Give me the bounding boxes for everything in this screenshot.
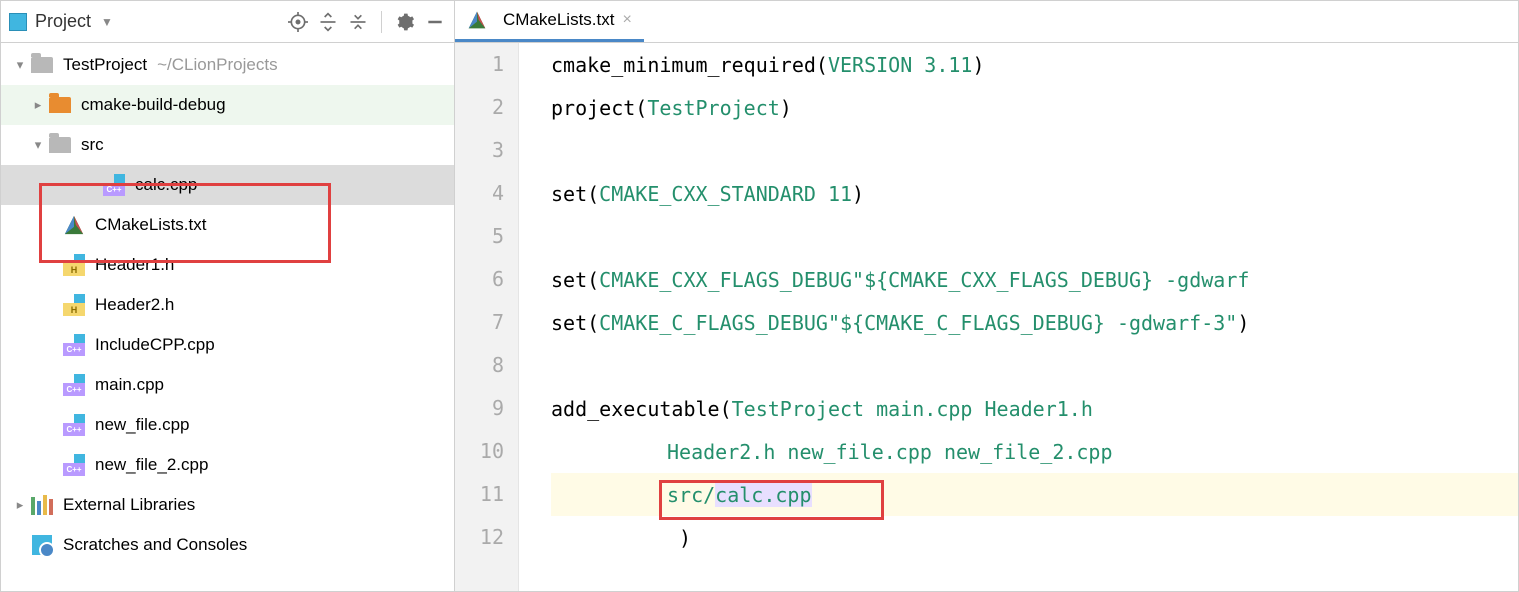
project-sidebar: Project ▼ TestProject ~/CLionProjects [1,1,455,591]
line-number: 2 [455,86,504,129]
code-line[interactable] [551,344,1518,387]
cmake-file-icon [467,10,487,30]
cmake-file-icon [61,212,87,238]
tree-item-includecpp[interactable]: C++ IncludeCPP.cpp [1,325,454,365]
folder-icon [47,132,73,158]
editor-pane: CMakeLists.txt × 1 2 3 4 5 6 7 8 9 10 11… [455,1,1518,591]
tree-item-scratches[interactable]: Scratches and Consoles [1,525,454,565]
tree-label: External Libraries [63,495,195,515]
tree-item-cmakelists[interactable]: CMakeLists.txt [1,205,454,245]
cpp-file-icon: C++ [101,172,127,198]
editor-body[interactable]: 1 2 3 4 5 6 7 8 9 10 11 12 cmake_minimum… [455,43,1518,591]
line-number: 7 [455,301,504,344]
scratches-icon [29,532,55,558]
line-number: 11 [455,473,504,516]
tree-item-header2[interactable]: H Header2.h [1,285,454,325]
tree-label: cmake-build-debug [81,95,226,115]
sidebar-toolbar: Project ▼ [1,1,454,43]
project-tree[interactable]: TestProject ~/CLionProjects cmake-build-… [1,43,454,591]
h-file-icon: H [61,252,87,278]
chevron-right-icon[interactable] [29,97,47,113]
folder-icon [47,92,73,118]
tree-label: IncludeCPP.cpp [95,335,215,355]
tree-item-src[interactable]: src [1,125,454,165]
code-line[interactable]: cmake_minimum_required(VERSION 3.11) [551,43,1518,86]
code-line[interactable]: set(CMAKE_CXX_FLAGS_DEBUG "${CMAKE_CXX_F… [551,258,1518,301]
tree-path: ~/CLionProjects [157,55,277,75]
collapse-all-icon[interactable] [347,11,369,33]
code-line[interactable]: set(CMAKE_C_FLAGS_DEBUG "${CMAKE_C_FLAGS… [551,301,1518,344]
tree-label: src [81,135,104,155]
line-number: 6 [455,258,504,301]
editor-tabs: CMakeLists.txt × [455,1,1518,43]
editor-tab[interactable]: CMakeLists.txt × [455,1,644,42]
code-line[interactable]: src/calc.cpp [551,473,1518,516]
tree-label: calc.cpp [135,175,197,195]
tree-label: new_file_2.cpp [95,455,208,475]
folder-icon [29,52,55,78]
tree-item-newfile[interactable]: C++ new_file.cpp [1,405,454,445]
line-gutter: 1 2 3 4 5 6 7 8 9 10 11 12 [455,43,519,591]
line-number: 9 [455,387,504,430]
cpp-file-icon: C++ [61,332,87,358]
cpp-file-icon: C++ [61,452,87,478]
settings-icon[interactable] [394,11,416,33]
tree-item-external-libs[interactable]: External Libraries [1,485,454,525]
expand-all-icon[interactable] [317,11,339,33]
tree-item-calc[interactable]: C++ calc.cpp [1,165,454,205]
line-number: 1 [455,43,504,86]
code-line[interactable]: add_executable(TestProject main.cpp Head… [551,387,1518,430]
tree-item-newfile2[interactable]: C++ new_file_2.cpp [1,445,454,485]
libraries-icon [29,492,55,518]
close-icon[interactable]: × [622,11,631,29]
hide-icon[interactable] [424,11,446,33]
code-area[interactable]: cmake_minimum_required(VERSION 3.11) pro… [519,43,1518,591]
tree-label: CMakeLists.txt [95,215,206,235]
code-line[interactable] [551,215,1518,258]
chevron-down-icon[interactable] [11,57,29,73]
toolbar-divider [381,11,382,33]
line-number: 4 [455,172,504,215]
chevron-right-icon[interactable] [11,497,29,513]
line-number: 10 [455,430,504,473]
tree-label: Header2.h [95,295,174,315]
line-number: 5 [455,215,504,258]
locate-icon[interactable] [287,11,309,33]
code-line[interactable] [551,129,1518,172]
tree-label: new_file.cpp [95,415,190,435]
project-tool-label[interactable]: Project [35,11,91,32]
h-file-icon: H [61,292,87,318]
tree-item-build[interactable]: cmake-build-debug [1,85,454,125]
line-number: 8 [455,344,504,387]
chevron-down-icon[interactable] [29,137,47,153]
line-number: 3 [455,129,504,172]
code-line[interactable]: set(CMAKE_CXX_STANDARD 11) [551,172,1518,215]
project-tool-icon [9,13,27,31]
tree-label: Header1.h [95,255,174,275]
tree-label: main.cpp [95,375,164,395]
code-line[interactable]: project(TestProject) [551,86,1518,129]
code-line[interactable]: Header2.h new_file.cpp new_file_2.cpp [551,430,1518,473]
project-view-dropdown-icon[interactable]: ▼ [101,15,113,29]
code-line[interactable]: ) [551,516,1518,559]
tree-root[interactable]: TestProject ~/CLionProjects [1,45,454,85]
tree-item-main[interactable]: C++ main.cpp [1,365,454,405]
line-number: 12 [455,516,504,559]
tree-label: Scratches and Consoles [63,535,247,555]
cpp-file-icon: C++ [61,372,87,398]
tree-item-header1[interactable]: H Header1.h [1,245,454,285]
tab-label: CMakeLists.txt [503,10,614,30]
cpp-file-icon: C++ [61,412,87,438]
tree-label: TestProject [63,55,147,75]
